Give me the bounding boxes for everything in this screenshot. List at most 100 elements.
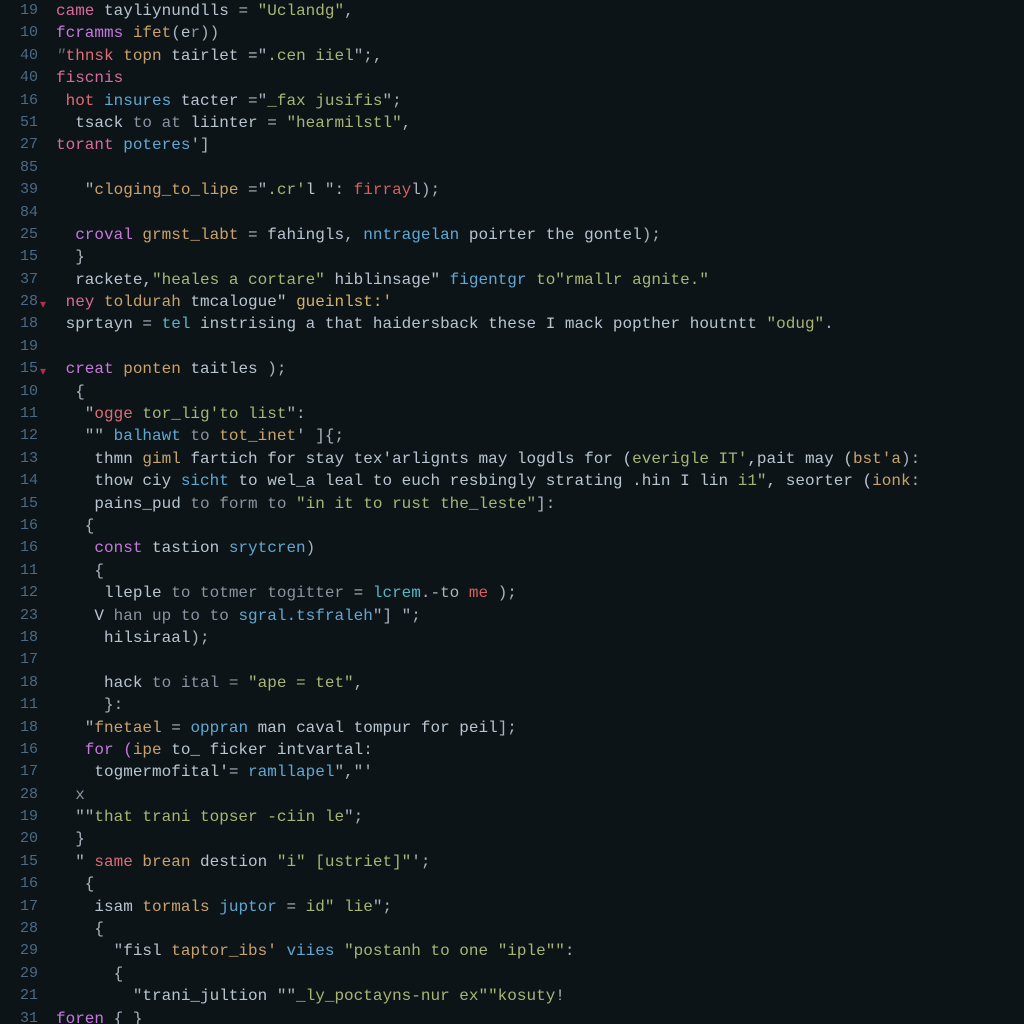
code-line[interactable]: const tastion srytcren) — [56, 537, 1024, 559]
token: , seorter ( — [767, 472, 873, 490]
token: lcrem — [373, 584, 421, 602]
token: taptor_ibs' — [171, 942, 286, 960]
token: thnsk — [66, 47, 124, 65]
code-line[interactable]: { — [56, 963, 1024, 985]
token: _ly_poctayns-nur ex""kosuty — [296, 987, 555, 1005]
code-line[interactable] — [56, 649, 1024, 671]
code-line[interactable]: "fisl taptor_ibs' viies "postanh to one … — [56, 940, 1024, 962]
code-line[interactable]: "cloging_to_lipe =".cr'l ": firrayl); — [56, 179, 1024, 201]
code-line[interactable]: isam tormals juptor = id" lie"; — [56, 896, 1024, 918]
code-line[interactable]: ▾ ney toldurah tmcalogue" gueinlst:' — [56, 291, 1024, 313]
code-line[interactable]: lleple to totmer togitter = lcrem.-to me… — [56, 582, 1024, 604]
token: giml — [142, 450, 190, 468]
token: } — [56, 248, 85, 266]
line-number: 31 — [0, 1008, 48, 1024]
token: insures — [104, 92, 181, 110]
code-line[interactable] — [56, 157, 1024, 179]
line-number: 29 — [0, 940, 48, 962]
fold-chevron-icon[interactable]: ▾ — [40, 294, 46, 316]
code-line[interactable]: thmn giml fartich for stay tex'arlignts … — [56, 448, 1024, 470]
code-line[interactable] — [56, 336, 1024, 358]
token: firray — [354, 181, 412, 199]
fold-chevron-icon[interactable]: ▾ — [40, 361, 46, 383]
token: , — [344, 2, 354, 20]
token: ramllapel — [248, 763, 334, 781]
code-line[interactable]: { — [56, 381, 1024, 403]
code-line[interactable]: "fnetael = oppran man caval tompur for p… — [56, 717, 1024, 739]
code-line[interactable]: { — [56, 560, 1024, 582]
code-line[interactable]: hilsiraal); — [56, 627, 1024, 649]
token: sgral.tsfraleh — [238, 607, 372, 625]
line-number: 19 — [0, 0, 48, 22]
token: fiscnis — [56, 69, 123, 87]
token: "Uclandg" — [258, 2, 344, 20]
token: ): — [901, 450, 920, 468]
code-line[interactable]: pains_pud to form to "in it to rust the_… — [56, 493, 1024, 515]
code-line[interactable]: { — [56, 873, 1024, 895]
code-line[interactable]: }: — [56, 694, 1024, 716]
code-line[interactable]: fiscnis — [56, 67, 1024, 89]
code-line[interactable]: rackete,"heales a cortare" hiblinsage" f… — [56, 269, 1024, 291]
token: "] "; — [373, 607, 421, 625]
token: " — [56, 405, 94, 423]
code-line[interactable]: for (ipe to_ ficker intvartal: — [56, 739, 1024, 761]
code-area[interactable]: came tayliynundlls = "Uclandg",fcramms i… — [48, 0, 1024, 1024]
token: "; — [382, 92, 401, 110]
token: "heales a cortare" — [152, 271, 325, 289]
code-line[interactable]: hot insures tacter ="_fax jusifis"; — [56, 90, 1024, 112]
token: tsack — [56, 114, 133, 132]
code-line[interactable] — [56, 202, 1024, 224]
line-number: 28 — [0, 784, 48, 806]
code-line[interactable]: croval grmst_labt = fahingls, nntragelan… — [56, 224, 1024, 246]
token: fahingls — [267, 226, 344, 244]
code-line[interactable]: torant poteres'] — [56, 134, 1024, 156]
code-line[interactable]: { — [56, 918, 1024, 940]
token: ( — [171, 24, 181, 42]
line-number: 25 — [0, 224, 48, 246]
line-number: 16 — [0, 537, 48, 559]
token: ogge — [94, 405, 142, 423]
code-line[interactable]: fcramms ifet(er)) — [56, 22, 1024, 44]
token: me — [469, 584, 498, 602]
token: fcramms — [56, 24, 133, 42]
token: nntragelan — [363, 226, 469, 244]
code-line[interactable]: sprtayn = tel instrising a that haidersb… — [56, 313, 1024, 335]
code-line[interactable]: ""that trani topser -ciin le"; — [56, 806, 1024, 828]
line-number: 17 — [0, 761, 48, 783]
token: =" — [248, 92, 267, 110]
code-line[interactable]: foren { } — [56, 1008, 1024, 1024]
code-line[interactable]: "trani_jultion ""_ly_poctayns-nur ex""ko… — [56, 985, 1024, 1007]
code-line[interactable]: " same brean destion "i" [ustriet]"'; — [56, 851, 1024, 873]
code-line[interactable]: V han up to to sgral.tsfraleh"] "; — [56, 605, 1024, 627]
code-line[interactable]: "" balhawt to tot_inet' ]{; — [56, 425, 1024, 447]
code-line[interactable]: togmermofital'= ramllapel","' — [56, 761, 1024, 783]
line-number: 15 — [0, 851, 48, 873]
token: ney — [56, 293, 104, 311]
line-number: 11 — [0, 694, 48, 716]
token: isam — [56, 898, 142, 916]
code-line[interactable]: came tayliynundlls = "Uclandg", — [56, 0, 1024, 22]
token: '] — [190, 136, 209, 154]
line-number: 14 — [0, 470, 48, 492]
token: = — [142, 315, 161, 333]
token: for ( — [56, 741, 133, 759]
line-number: 19 — [0, 336, 48, 358]
code-line[interactable]: "ogge tor_lig'to list": — [56, 403, 1024, 425]
token: l — [306, 181, 316, 199]
token: viies — [286, 942, 344, 960]
code-line[interactable]: hack to ital = "ape = tet", — [56, 672, 1024, 694]
token: ); — [267, 360, 286, 378]
code-line[interactable]: ▾ creat ponten taitles ); — [56, 358, 1024, 380]
token: : — [565, 942, 575, 960]
token: balhawt — [114, 427, 191, 445]
code-line[interactable]: "thnsk topn tairlet =".cen iiel";, — [56, 45, 1024, 67]
code-line[interactable]: x — [56, 784, 1024, 806]
code-line[interactable]: thow ciy sicht to wel_a leal to euch res… — [56, 470, 1024, 492]
code-line[interactable]: tsack to at liinter = "hearmilstl", — [56, 112, 1024, 134]
code-line[interactable]: } — [56, 828, 1024, 850]
token: destion — [200, 853, 277, 871]
code-line[interactable]: } — [56, 246, 1024, 268]
code-editor[interactable]: 1910404016512785398425153728181915101112… — [0, 0, 1024, 1024]
line-number: 28 — [0, 918, 48, 940]
code-line[interactable]: { — [56, 515, 1024, 537]
